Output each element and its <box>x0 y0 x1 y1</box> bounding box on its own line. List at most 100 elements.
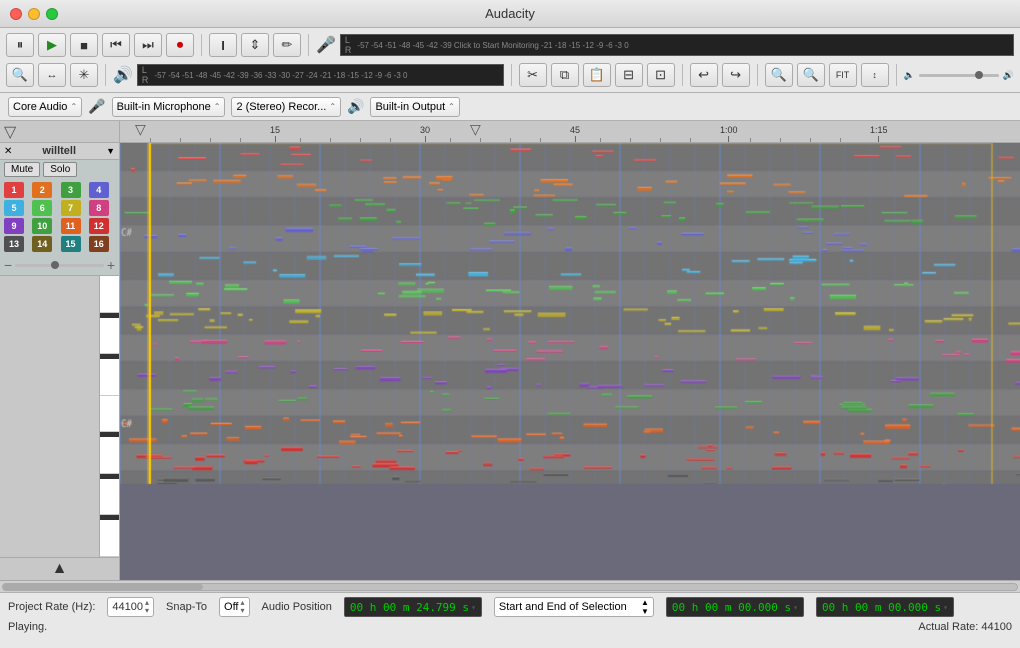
h-scroll-track[interactable] <box>2 583 1018 591</box>
channel-btn-5[interactable]: 5 <box>4 200 24 216</box>
volume-slider[interactable] <box>15 264 104 267</box>
piano-key-white <box>100 396 119 433</box>
loop-start-arrow[interactable]: ▽ <box>470 121 481 138</box>
snap-to-spinner[interactable]: ▴ ▾ <box>241 599 245 615</box>
selection-type-select[interactable]: Start and End of Selection ▲ ▼ <box>494 597 654 617</box>
trim-button[interactable]: ⊟ <box>615 63 643 87</box>
ruler-minor-tick <box>510 138 511 142</box>
timeline-ruler[interactable]: ▽ ▽ ▽ 1530451:001:15 <box>0 121 1020 143</box>
zoom-in-button[interactable]: 🔍 <box>765 63 793 87</box>
triangle-down-icon: ▽ <box>4 122 16 142</box>
track-header-section: ✕ willtell ▼ Mute Solo 12345678910111213… <box>0 143 119 276</box>
ruler-mark-30: 30 <box>420 125 430 142</box>
vu-output[interactable]: LR -57 -54 -51 -48 -45 -42 -39 -36 -33 -… <box>137 64 504 86</box>
zoom-normal[interactable]: 🔍 <box>6 63 34 87</box>
input-device-select[interactable]: Built-in Microphone ⌃ <box>112 97 226 117</box>
silence-button[interactable]: ⊡ <box>647 63 675 87</box>
h-scrollbar[interactable] <box>0 580 1020 592</box>
channel-btn-9[interactable]: 9 <box>4 218 24 234</box>
mute-button[interactable]: Mute <box>4 162 40 177</box>
project-rate-box[interactable]: 44100 ▴ ▾ <box>107 597 154 617</box>
ruler-minor-tick <box>240 138 241 142</box>
channel-btn-8[interactable]: 8 <box>89 200 109 216</box>
play-button[interactable]: ▶ <box>38 33 66 57</box>
pause-button[interactable]: ⏸ <box>6 33 34 57</box>
vu-input[interactable]: LR -57 -54 -51 -48 -45 -42 -39 Click to … <box>340 34 1014 56</box>
track-minus-btn[interactable]: − <box>4 258 12 272</box>
sel-type-arrows[interactable]: ▲ ▼ <box>641 599 649 616</box>
piano-key-white <box>100 520 119 557</box>
envelope-tool[interactable]: ⇕ <box>241 33 269 57</box>
audio-position-box[interactable]: 00 h 00 m 24.799 s ▾ <box>344 597 482 617</box>
sel-end-dropdown-icon[interactable]: ▾ <box>943 603 948 612</box>
audio-host-select[interactable]: Core Audio ⌃ <box>8 97 82 117</box>
channel-btn-1[interactable]: 1 <box>4 182 24 198</box>
channel-btn-12[interactable]: 12 <box>89 218 109 234</box>
channels-select[interactable]: 2 (Stereo) Recor... ⌃ <box>231 97 341 117</box>
channel-btn-3[interactable]: 3 <box>61 182 81 198</box>
minimize-button[interactable] <box>28 8 40 20</box>
playback-volume-slider[interactable] <box>919 74 999 77</box>
channel-btn-13[interactable]: 13 <box>4 236 24 252</box>
draw-tool[interactable]: ✏ <box>273 33 301 57</box>
channel-btn-7[interactable]: 7 <box>61 200 81 216</box>
audio-pos-dropdown-icon[interactable]: ▾ <box>471 603 476 612</box>
paste-button[interactable]: 📋 <box>583 63 611 87</box>
expand-track-button[interactable]: ▲ <box>48 560 72 578</box>
channel-btn-10[interactable]: 10 <box>32 218 52 234</box>
skip-back-button[interactable]: ⏮ <box>102 33 130 57</box>
sep-2 <box>308 34 309 56</box>
vu-input-scale: -57 -54 -51 -48 -45 -42 -39 Click to Sta… <box>357 41 628 50</box>
channel-btn-16[interactable]: 16 <box>89 236 109 252</box>
close-button[interactable] <box>10 8 22 20</box>
toolbar-row-2: 🔍 ↔ ✳ 🔊 LR -57 -54 -51 -48 -45 -42 -39 -… <box>6 61 1014 89</box>
track-view[interactable] <box>120 143 1020 580</box>
multi-tool[interactable]: ✳ <box>70 63 98 87</box>
fit-project-button[interactable]: FIT <box>829 63 857 87</box>
record-button[interactable]: ⏺ <box>166 33 194 57</box>
ruler-minor-tick <box>210 138 211 142</box>
selection-start-box[interactable]: 00 h 00 m 00.000 s ▾ <box>666 597 804 617</box>
channel-btn-4[interactable]: 4 <box>89 182 109 198</box>
snap-to-select[interactable]: Off ▴ ▾ <box>219 597 250 617</box>
channel-btn-14[interactable]: 14 <box>32 236 52 252</box>
redo-button[interactable]: ↪ <box>722 63 750 87</box>
h-scroll-thumb[interactable] <box>3 584 203 590</box>
copy-button[interactable]: ⧉ <box>551 63 579 87</box>
window-controls[interactable] <box>10 8 58 20</box>
output-device-value: Built-in Output <box>375 101 445 113</box>
snap-spin-down[interactable]: ▾ <box>241 607 245 615</box>
sel-up-arrow[interactable]: ▲ <box>641 599 649 607</box>
cut-button[interactable]: ✂ <box>519 63 547 87</box>
spin-down[interactable]: ▾ <box>145 607 149 615</box>
channel-btn-6[interactable]: 6 <box>32 200 52 216</box>
audio-host-chevron: ⌃ <box>70 102 77 111</box>
solo-button[interactable]: Solo <box>43 162 77 177</box>
zoom-out-button[interactable]: 🔍 <box>797 63 825 87</box>
stop-button[interactable]: ■ <box>70 33 98 57</box>
output-device-select[interactable]: Built-in Output ⌃ <box>370 97 459 117</box>
sel-down-arrow[interactable]: ▼ <box>641 608 649 616</box>
undo-button[interactable]: ↩ <box>690 63 718 87</box>
piano-key-white <box>100 437 119 474</box>
mic-icon[interactable]: 🎤 <box>316 35 336 55</box>
speaker-icon[interactable]: 🔊 <box>113 65 133 85</box>
snap-to-value: Off <box>224 601 238 613</box>
maximize-button[interactable] <box>46 8 58 20</box>
audio-position-value: 00 h 00 m 24.799 s <box>350 601 469 614</box>
track-close-btn[interactable]: ✕ <box>4 146 12 157</box>
channel-btn-11[interactable]: 11 <box>61 218 81 234</box>
channel-btn-15[interactable]: 15 <box>61 236 81 252</box>
channel-btn-2[interactable]: 2 <box>32 182 52 198</box>
fit-vert-button[interactable]: ↕ <box>861 63 889 87</box>
playhead-arrow[interactable]: ▽ <box>135 121 146 138</box>
time-shift-tool[interactable]: ↔ <box>38 63 66 87</box>
sel-start-dropdown-icon[interactable]: ▾ <box>793 603 798 612</box>
skip-fwd-button[interactable]: ⏭ <box>134 33 162 57</box>
project-rate-spinner[interactable]: ▴ ▾ <box>145 599 149 615</box>
track-plus-btn[interactable]: + <box>107 258 115 272</box>
playback-volume-thumb <box>975 71 983 79</box>
select-tool[interactable]: I <box>209 33 237 57</box>
track-dropdown-btn[interactable]: ▼ <box>106 146 115 156</box>
selection-end-box[interactable]: 00 h 00 m 00.000 s ▾ <box>816 597 954 617</box>
